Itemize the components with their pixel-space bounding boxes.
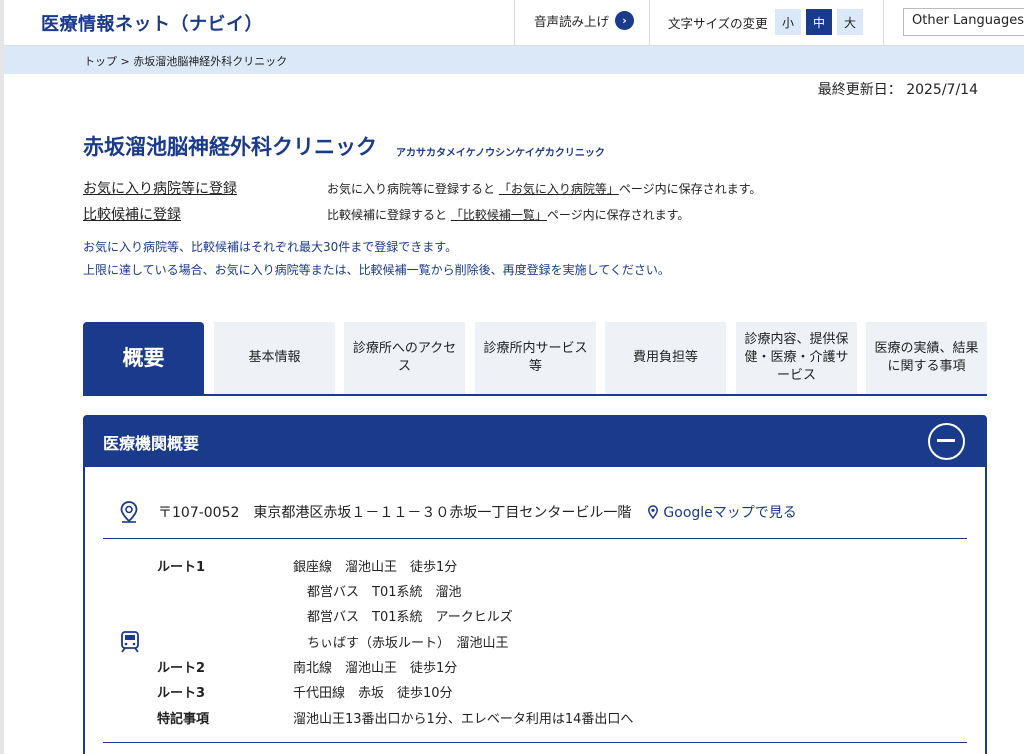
- route-detail: 都営バス T01系統 アークヒルズ: [307, 610, 513, 625]
- address-row: 〒107-0052 東京都港区赤坂１－１１－３０赤坂一丁目センタービル一階 Go…: [118, 500, 797, 524]
- font-size-small-button[interactable]: 小: [775, 9, 801, 35]
- registration-note-2: 上限に達している場合、お気に入り病院等または、比較候補一覧から削除後、再度登録を…: [83, 263, 670, 277]
- panel-title: 医療機関概要: [103, 434, 200, 453]
- voice-readout-button[interactable]: 音声読み上げ ›: [534, 11, 635, 30]
- tab-results[interactable]: 医療の実績、結果に関する事項: [866, 322, 987, 394]
- route-label: ルート1: [157, 560, 206, 575]
- tab-medical-content[interactable]: 診療内容、提供保健・医療・介護サービス: [736, 322, 857, 394]
- breadcrumb-bar: トップ > 赤坂溜池脳神経外科クリニック: [4, 46, 1024, 74]
- route-detail: 銀座線 溜池山王 徒歩1分: [293, 560, 458, 575]
- special-notes-detail: 溜池山王13番出口から1分、エレベータ利用は14番出口へ: [293, 712, 634, 727]
- route-label: ルート2: [157, 661, 206, 676]
- route-detail: 都営バス T01系統 溜池: [307, 585, 462, 600]
- breadcrumb: トップ > 赤坂溜池脳神経外科クリニック: [84, 53, 287, 69]
- divider: [103, 742, 967, 743]
- other-languages-button[interactable]: Other Languages: [903, 8, 1024, 36]
- tab-costs[interactable]: 費用負担等: [605, 322, 726, 394]
- address-text: 〒107-0052 東京都港区赤坂１－１１－３０赤坂一丁目センタービル一階: [158, 505, 632, 521]
- clinic-name: 赤坂溜池脳神経外科クリニック: [83, 135, 377, 159]
- font-size-medium-button[interactable]: 中: [806, 9, 832, 35]
- divider: [649, 0, 650, 46]
- panel-header: 医療機関概要: [83, 415, 987, 467]
- tab-underline: [83, 394, 987, 396]
- special-notes-label: 特記事項: [157, 712, 210, 727]
- register-compare-link[interactable]: 比較候補に登録: [83, 204, 181, 224]
- favorite-desc-pre: お気に入り病院等に登録すると: [327, 182, 496, 196]
- pin-icon: [648, 505, 659, 519]
- route-detail: ちぃばす（赤坂ルート） 溜池山王: [307, 636, 509, 651]
- divider: [103, 538, 967, 539]
- minus-circle-icon[interactable]: [928, 423, 965, 460]
- favorite-desc-post: ページ内に保存されます。: [618, 182, 762, 196]
- tab-basic-info[interactable]: 基本情報: [214, 322, 335, 394]
- google-map-link[interactable]: Googleマップで見る: [647, 502, 797, 522]
- favorite-description: お気に入り病院等に登録すると 「お気に入り病院等」ページ内に保存されます。: [327, 180, 761, 197]
- voice-readout-label: 音声読み上げ: [534, 14, 610, 29]
- left-border: [0, 0, 4, 754]
- favorite-page-link[interactable]: 「お気に入り病院等」: [499, 182, 619, 196]
- tab-access[interactable]: 診療所へのアクセス: [344, 322, 465, 394]
- font-size-label: 文字サイズの変更: [668, 16, 768, 31]
- chevron-right-icon: ›: [615, 11, 635, 30]
- pin-icon: [120, 501, 138, 523]
- compare-description: 比較候補に登録すると 「比較候補一覧」ページ内に保存されます。: [327, 206, 689, 223]
- train-icon: [121, 631, 139, 653]
- last-updated: 最終更新日： 2025/7/14: [817, 82, 978, 98]
- font-size-large-button[interactable]: 大: [837, 9, 863, 35]
- route-label: ルート3: [157, 686, 206, 701]
- tab-bar: 概要 基本情報 診療所へのアクセス 診療所内サービス等 費用負担等 診療内容、提…: [83, 322, 987, 396]
- site-header: 医療情報ネット（ナビイ） 音声読み上げ › 文字サイズの変更 小 中 大 Oth…: [4, 0, 1024, 46]
- route-detail: 千代田線 赤坂 徒歩10分: [293, 686, 453, 701]
- register-favorite-link[interactable]: お気に入り病院等に登録: [83, 178, 237, 198]
- divider: [883, 0, 884, 46]
- tab-overview[interactable]: 概要: [83, 322, 204, 394]
- registration-note-1: お気に入り病院等、比較候補はそれぞれ最大30件まで登録できます。: [83, 240, 458, 254]
- site-title[interactable]: 医療情報ネット（ナビイ）: [41, 10, 263, 36]
- tab-services[interactable]: 診療所内サービス等: [475, 322, 596, 394]
- compare-page-link[interactable]: 「比較候補一覧」: [451, 208, 547, 222]
- clinic-kana: アカサカタメイケノウシンケイゲカクリニック: [396, 148, 605, 159]
- compare-desc-post: ページ内に保存されます。: [546, 208, 690, 222]
- breadcrumb-current: 赤坂溜池脳神経外科クリニック: [133, 55, 288, 68]
- breadcrumb-separator: >: [120, 55, 130, 68]
- breadcrumb-home-link[interactable]: トップ: [84, 55, 117, 68]
- compare-desc-pre: 比較候補に登録すると: [327, 208, 448, 222]
- route-detail: 南北線 溜池山王 徒歩1分: [293, 661, 458, 676]
- google-map-link-label: Googleマップで見る: [663, 505, 797, 521]
- divider: [514, 0, 515, 46]
